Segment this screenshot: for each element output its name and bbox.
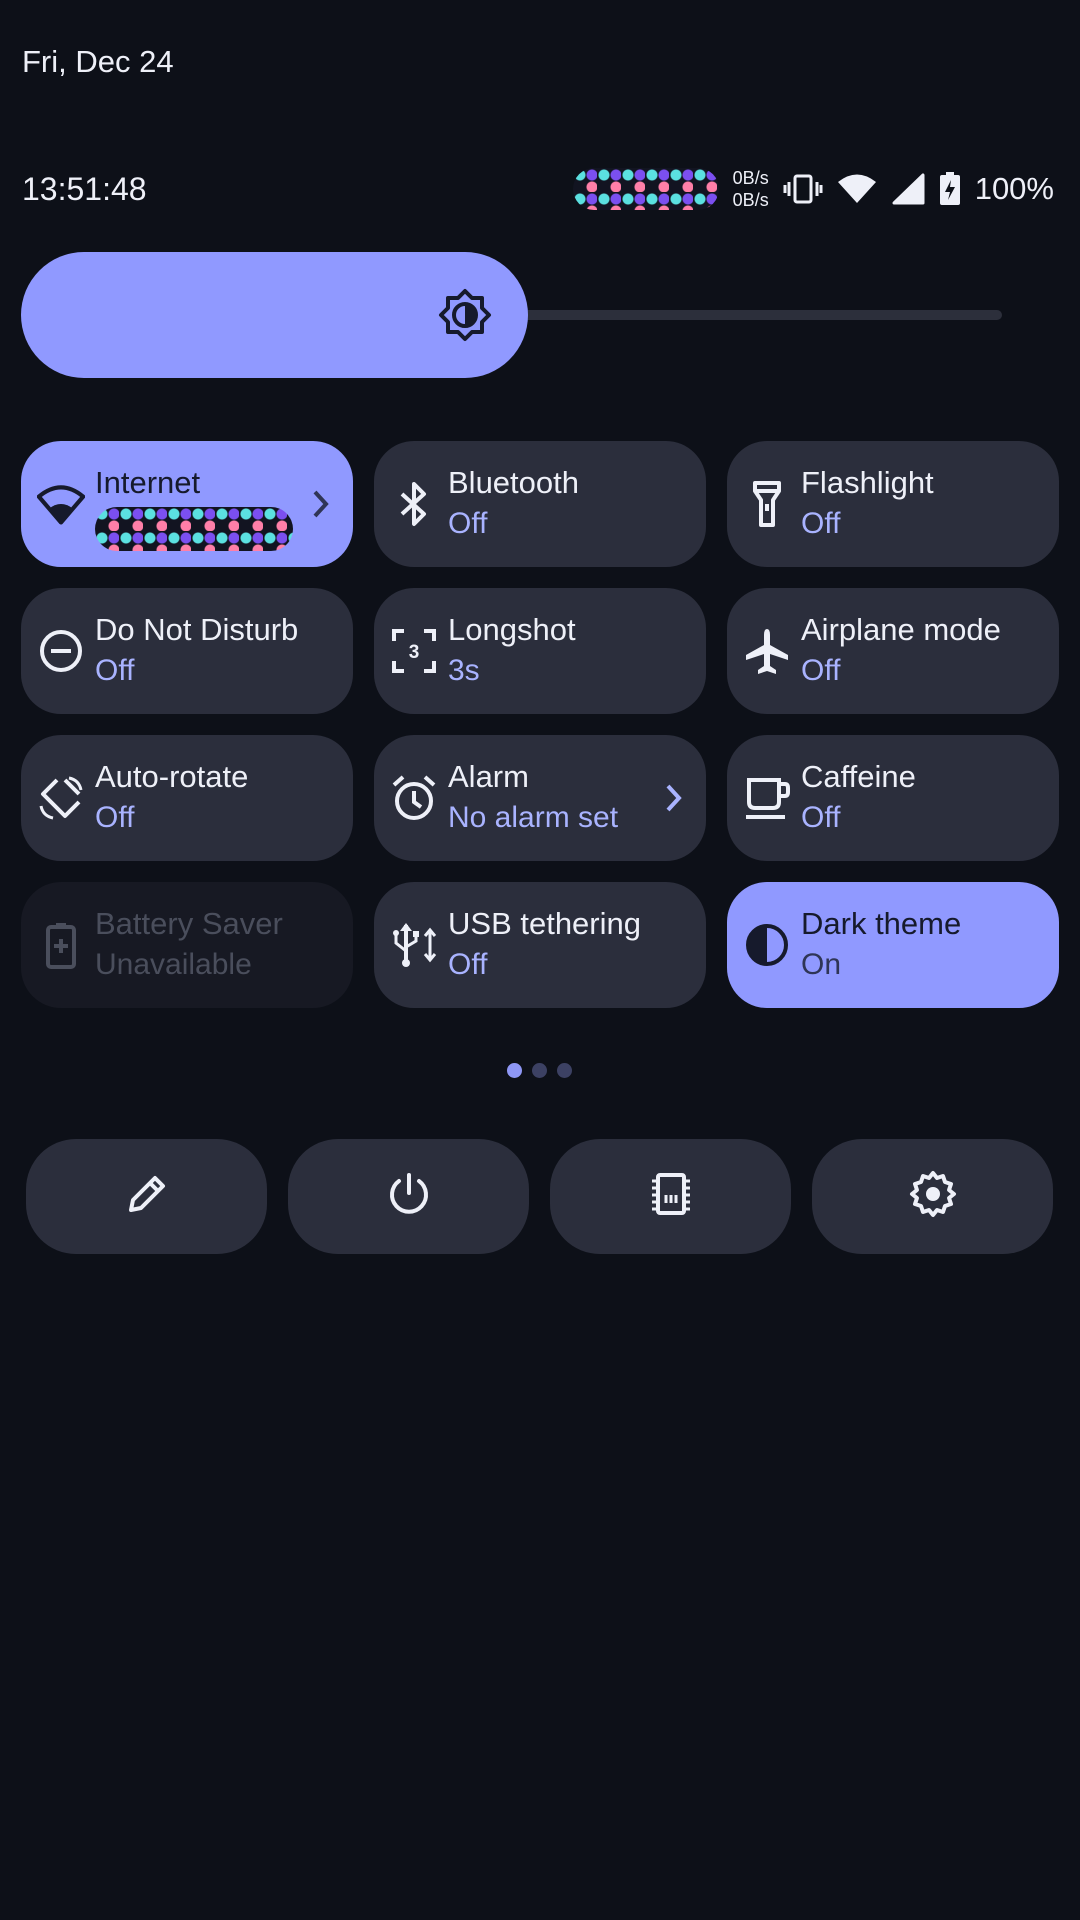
tile-flashlight[interactable]: Flashlight Off (727, 441, 1059, 567)
tile-label: Auto-rotate (95, 759, 249, 794)
page-dot (557, 1063, 572, 1078)
airplane-icon (743, 627, 791, 675)
page-dot (532, 1063, 547, 1078)
tile-state: Off (801, 507, 841, 540)
tile-state: Off (801, 654, 841, 687)
tile-dark-theme[interactable]: Dark theme On (727, 882, 1059, 1008)
battery-percent: 100% (974, 171, 1054, 206)
page-dot-active (507, 1063, 522, 1078)
usb-icon (390, 921, 438, 969)
chevron-right-icon (311, 488, 331, 525)
dark-theme-icon (743, 921, 791, 969)
tile-label: Longshot (448, 612, 576, 647)
network-speed: 0B/s 0B/s (733, 167, 769, 211)
upload-speed: 0B/s (732, 168, 769, 188)
clock[interactable]: 13:51:48 (22, 171, 147, 208)
memory-button[interactable] (550, 1139, 791, 1254)
power-button[interactable] (288, 1139, 529, 1254)
tile-caffeine[interactable]: Caffeine Off (727, 735, 1059, 861)
tile-bluetooth[interactable]: Bluetooth Off (374, 441, 706, 567)
cell-signal-icon (891, 173, 925, 205)
tile-label: Bluetooth (448, 465, 579, 500)
brightness-icon (438, 288, 492, 347)
tile-auto-rotate[interactable]: Auto-rotate Off (21, 735, 353, 861)
battery-charging-icon (939, 172, 961, 206)
network-name-redacted (95, 507, 293, 551)
tile-label: Flashlight (801, 465, 934, 500)
footer-actions (26, 1139, 1053, 1254)
auto-rotate-icon (37, 774, 85, 822)
gear-icon (909, 1170, 957, 1223)
tile-state: Off (95, 654, 135, 687)
tile-state: No alarm set (448, 801, 619, 834)
tile-state: Off (448, 948, 488, 981)
edit-button[interactable] (26, 1139, 267, 1254)
bluetooth-icon (390, 480, 438, 528)
vibrate-icon (783, 173, 823, 205)
tile-label: USB tethering (448, 906, 641, 941)
tile-state: Off (448, 507, 488, 540)
tile-alarm[interactable]: Alarm No alarm set (374, 735, 706, 861)
tile-airplane-mode[interactable]: Airplane mode Off (727, 588, 1059, 714)
tile-state: 3s (448, 654, 480, 687)
longshot-icon: 3 (390, 627, 438, 675)
settings-button[interactable] (812, 1139, 1053, 1254)
pencil-icon (125, 1172, 169, 1221)
tile-label: Internet (95, 465, 201, 500)
power-icon (387, 1171, 431, 1222)
download-speed: 0B/s (732, 190, 769, 210)
battery-plus-icon (37, 921, 85, 969)
page-indicator (507, 1063, 572, 1078)
tile-state: Off (95, 801, 135, 834)
tile-label: Alarm (448, 759, 529, 794)
tile-internet[interactable]: Internet (21, 441, 353, 567)
status-icons: 0B/s 0B/s 100% (572, 167, 1054, 211)
tile-longshot[interactable]: 3 Longshot 3s (374, 588, 706, 714)
brightness-slider-track[interactable] (500, 310, 1002, 320)
notification-icons-redacted (572, 168, 719, 210)
flashlight-icon (743, 480, 791, 528)
tile-battery-saver[interactable]: Battery Saver Unavailable (21, 882, 353, 1008)
tile-usb-tethering[interactable]: USB tethering Off (374, 882, 706, 1008)
wifi-status-icon (837, 173, 877, 205)
wifi-icon (37, 480, 85, 528)
tile-label: Dark theme (801, 906, 962, 941)
memory-chip-icon (648, 1171, 694, 1222)
tile-state: Unavailable (95, 948, 252, 981)
do-not-disturb-icon (37, 627, 85, 675)
coffee-cup-icon (743, 774, 791, 822)
tile-label: Airplane mode (801, 612, 1001, 647)
chevron-right-icon (664, 782, 684, 819)
alarm-icon (390, 774, 438, 822)
tile-label: Battery Saver (95, 906, 283, 941)
tile-state: Off (801, 801, 841, 834)
quick-settings-grid: Internet Bluetooth Off Flashlight Off Do… (21, 441, 1059, 1008)
tile-state: On (801, 948, 842, 981)
tile-label: Do Not Disturb (95, 612, 299, 647)
date-label: Fri, Dec 24 (22, 44, 174, 79)
tile-label: Caffeine (801, 759, 916, 794)
tile-do-not-disturb[interactable]: Do Not Disturb Off (21, 588, 353, 714)
svg-text:3: 3 (409, 642, 420, 663)
